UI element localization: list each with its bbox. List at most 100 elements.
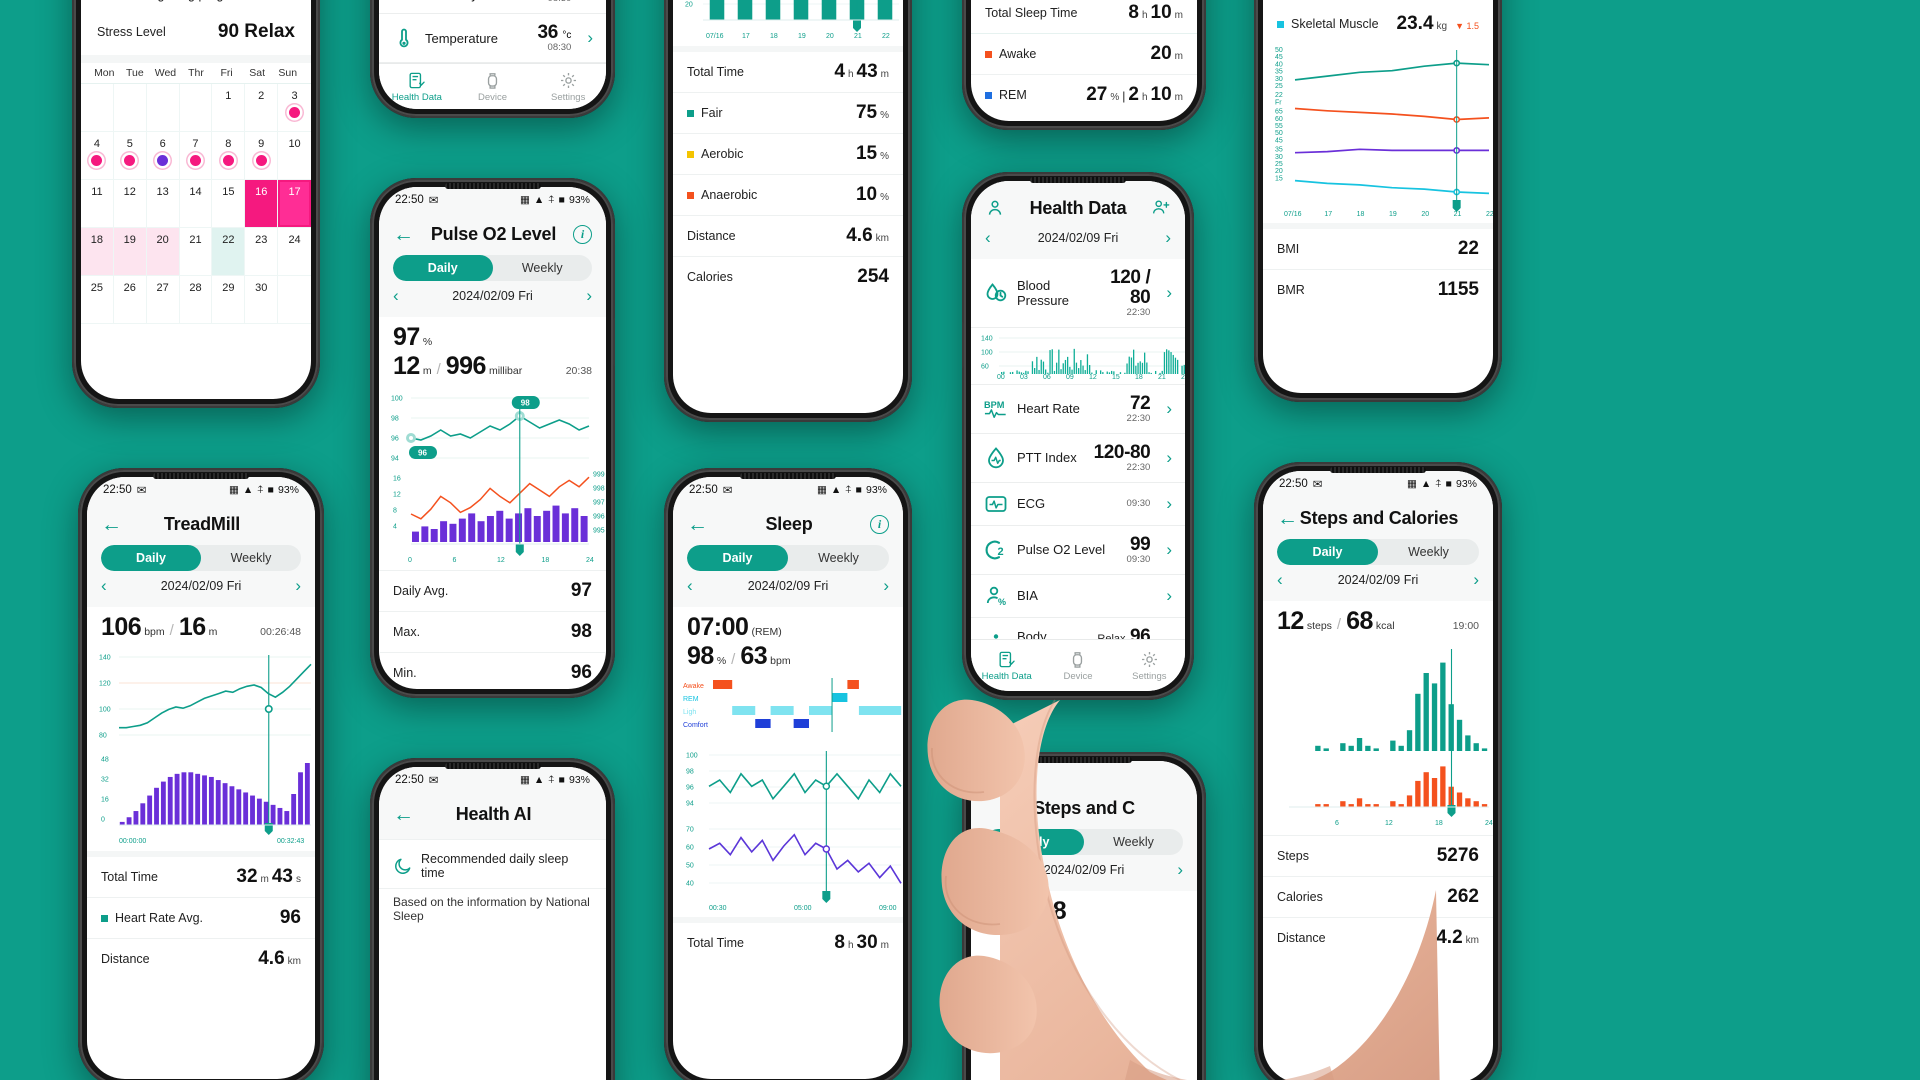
back-arrow-icon[interactable]: ← (687, 514, 708, 535)
calendar-day[interactable]: 30 (245, 276, 279, 324)
tab-health-data[interactable]: Health Data (379, 64, 455, 109)
prev-day-button[interactable]: ‹ (1277, 570, 1283, 590)
calendar-day[interactable] (179, 84, 213, 132)
calendar-day[interactable]: 4 (81, 132, 114, 180)
tab-settings[interactable]: Settings (530, 64, 606, 109)
calendar-day[interactable]: 17 (278, 180, 311, 228)
tab-weekly[interactable]: Weekly (201, 545, 301, 571)
calendar-day[interactable]: 14 (179, 180, 213, 228)
calendar-day[interactable]: 3 (278, 84, 311, 132)
chevron-right-icon[interactable]: › (1166, 540, 1172, 560)
calendar-day[interactable]: 15 (212, 180, 246, 228)
date-navigator[interactable]: ‹ 2024/02/09 Fri › (985, 857, 1183, 883)
calendar-grid[interactable]: 1 2 3 4 5 6 7 8 9 10 11 12 13 14 15 16 17 18 19 20 21 22 23 24 2… (81, 83, 311, 324)
calendar-day[interactable]: 24 (278, 228, 311, 276)
add-person-icon[interactable] (1151, 198, 1171, 218)
health-data-list[interactable]: Blood Pressure 120 / 80 22:30 › 140 100 60 00 03… (971, 259, 1185, 691)
calendar-day[interactable]: 27 (146, 276, 180, 324)
calendar-day[interactable]: 9 (245, 132, 279, 180)
list-item[interactable]: BPM Heart Rate 72 22:30 › (971, 385, 1185, 434)
info-icon[interactable]: i (572, 224, 592, 244)
calendar-day[interactable]: 16 (245, 180, 279, 228)
next-day-button[interactable]: › (883, 576, 889, 596)
calendar-day[interactable]: 5 (113, 132, 147, 180)
calendar-day[interactable] (113, 84, 147, 132)
tab-device[interactable]: Device (455, 64, 531, 109)
bottom-tab-bar[interactable]: Health Data Device Settings (379, 63, 606, 109)
date-navigator[interactable]: ‹ 2024/02/09 Fri › (687, 573, 889, 599)
back-arrow-icon[interactable]: ← (1277, 508, 1298, 529)
list-item[interactable]: Blood Pressure 120 / 80 22:30 › (971, 259, 1185, 328)
date-navigator[interactable]: ‹ 2024/02/09 Fri › (1277, 567, 1479, 593)
calendar-day[interactable]: 25 (81, 276, 114, 324)
calendar-day[interactable] (81, 84, 114, 132)
calendar-day[interactable]: 2 (245, 84, 279, 132)
date-navigator[interactable]: ‹ 2024/02/09 Fri › (393, 283, 592, 309)
chevron-right-icon[interactable]: › (1166, 448, 1172, 468)
calendar-day[interactable]: 11 (81, 180, 114, 228)
date-navigator[interactable]: ‹ 2024/02/09 Fri › (101, 573, 301, 599)
back-arrow-icon[interactable]: ← (393, 224, 414, 245)
tab-daily[interactable]: Daily (687, 545, 788, 571)
next-day-button[interactable]: › (295, 576, 301, 596)
tab-daily[interactable]: Daily (985, 829, 1084, 855)
prev-day-button[interactable]: ‹ (687, 576, 693, 596)
calendar-day[interactable] (146, 84, 180, 132)
calendar-day[interactable]: 6 (146, 132, 180, 180)
prev-day-button[interactable]: ‹ (393, 286, 399, 306)
tab-weekly[interactable]: Weekly (788, 545, 889, 571)
list-item[interactable]: ECG 09:30 › (971, 483, 1185, 526)
tab-weekly[interactable]: Weekly (493, 255, 593, 281)
calendar-day[interactable]: 18 (81, 228, 114, 276)
info-icon[interactable]: i (870, 514, 889, 534)
calendar-day[interactable]: 26 (113, 276, 147, 324)
list-item[interactable]: PTT Index 120-80 22:30 › (971, 434, 1185, 483)
back-arrow-icon[interactable]: ← (393, 804, 414, 825)
calendar-day[interactable]: 10 (278, 132, 311, 180)
list-item[interactable]: Temperature 36 °c 08:30 › (379, 14, 606, 63)
calendar-day[interactable]: 12 (113, 180, 147, 228)
chevron-right-icon[interactable]: › (587, 28, 593, 48)
calendar-day[interactable]: 29 (212, 276, 246, 324)
calendar-day[interactable]: 1 (212, 84, 246, 132)
calendar-day[interactable]: 13 (146, 180, 180, 228)
calendar-day[interactable]: 28 (179, 276, 213, 324)
person-icon[interactable] (985, 198, 1005, 218)
calendar-day[interactable]: 20 (146, 228, 180, 276)
tab-daily[interactable]: Daily (393, 255, 493, 281)
tab-device[interactable]: Device (1042, 640, 1113, 691)
prev-day-button[interactable]: ‹ (985, 860, 991, 880)
calendar-day[interactable] (278, 276, 311, 324)
next-day-button[interactable]: › (1473, 570, 1479, 590)
calendar-day[interactable]: 23 (245, 228, 279, 276)
calendar-day[interactable]: 21 (179, 228, 213, 276)
prev-day-button[interactable]: ‹ (101, 576, 107, 596)
tab-settings[interactable]: Settings (1114, 640, 1185, 691)
tab-daily[interactable]: Daily (101, 545, 201, 571)
date-navigator[interactable]: ‹ 2024/02/09 Fri › (985, 225, 1171, 251)
next-day-button[interactable]: › (1165, 228, 1171, 248)
period-segmented-control[interactable]: Daily Weekly (985, 829, 1183, 855)
tab-health-data[interactable]: Health Data (971, 640, 1042, 691)
list-item[interactable]: Body Harmony Relax 96 08:30 › (379, 0, 606, 15)
period-segmented-control[interactable]: Daily Weekly (687, 545, 889, 571)
back-arrow-icon[interactable]: ← (101, 514, 122, 535)
chevron-right-icon[interactable]: › (1166, 283, 1172, 303)
calendar-day[interactable]: 22 (212, 228, 246, 276)
prev-day-button[interactable]: ‹ (985, 228, 991, 248)
period-segmented-control[interactable]: Daily Weekly (393, 255, 592, 281)
chevron-right-icon[interactable]: › (1166, 399, 1172, 419)
chevron-right-icon[interactable]: › (1166, 494, 1172, 514)
bottom-tab-bar[interactable]: Health Data Device Settings (971, 639, 1185, 691)
tab-daily[interactable]: Daily (1277, 539, 1378, 565)
chevron-right-icon[interactable]: › (1166, 586, 1172, 606)
period-segmented-control[interactable]: Daily Weekly (101, 545, 301, 571)
next-day-button[interactable]: › (586, 286, 592, 306)
period-segmented-control[interactable]: Daily Weekly (1277, 539, 1479, 565)
list-item[interactable]: % BIA › (971, 575, 1185, 618)
calendar-day[interactable]: 19 (113, 228, 147, 276)
next-day-button[interactable]: › (1177, 860, 1183, 880)
calendar-day[interactable]: 7 (179, 132, 213, 180)
tab-weekly[interactable]: Weekly (1084, 829, 1183, 855)
tab-weekly[interactable]: Weekly (1378, 539, 1479, 565)
